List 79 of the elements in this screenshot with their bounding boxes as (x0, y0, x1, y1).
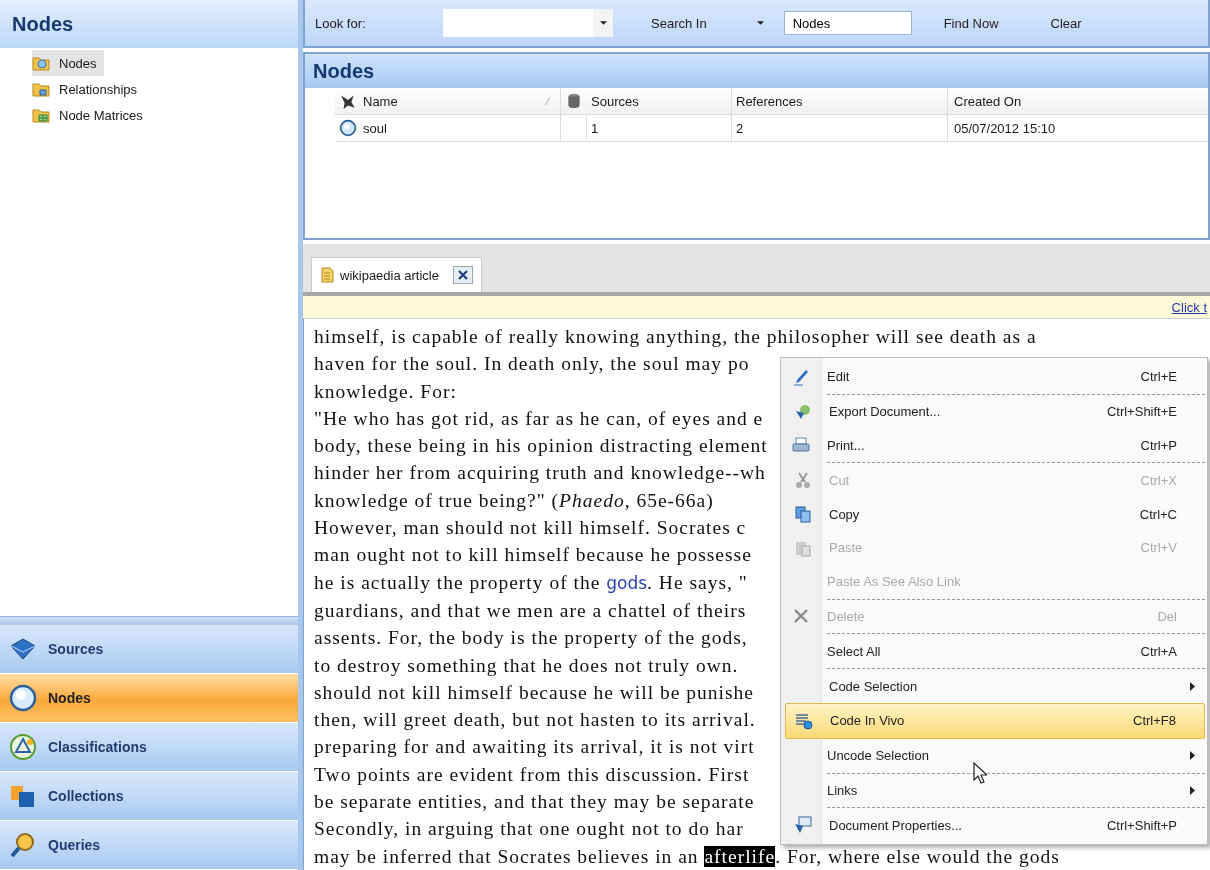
column-header[interactable]: Name (361, 88, 561, 114)
pin-icon (339, 92, 357, 110)
document-line: However, man should not kill himself. Socrates c (314, 516, 747, 541)
export-icon (794, 402, 812, 421)
mouse-cursor-icon (973, 762, 987, 784)
menu-item[interactable]: Code Selection (785, 669, 1205, 703)
document-line: himself, is capable of really knowing anything, the philosopher will see death as a (314, 325, 1037, 349)
document-line: then, will greet death, but not hasten to its arrival. (314, 708, 756, 733)
submenu-arrow-icon (1190, 681, 1195, 691)
document-line: guardians, and that we men are a chattel of theirs (314, 598, 747, 623)
menu-item[interactable]: Export Document... Ctrl+Shift+E (785, 394, 1205, 429)
document-line: body, these being in his opinion distracting element (314, 434, 768, 459)
submenu-arrow-icon (1190, 785, 1195, 795)
cylinder-icon (565, 92, 583, 110)
column-header[interactable]: Created On (948, 88, 1208, 114)
caret-icon[interactable] (756, 21, 764, 25)
table-cell: soul (361, 115, 561, 141)
document-line: man ought not to kill himself because he possesse (314, 543, 752, 568)
document-line: to destroy something that he does not truly own. (314, 653, 739, 678)
table-cell: 1 (587, 115, 732, 141)
document-line: assents. For, the body is the property of the gods, (314, 626, 748, 651)
menu-item[interactable]: Document Properties... Ctrl+Shift+P (785, 808, 1205, 843)
printer-icon (792, 436, 810, 455)
clear-button[interactable]: Clear (1042, 11, 1090, 35)
column-header[interactable]: References (732, 88, 948, 114)
caret-icon (600, 21, 607, 25)
panel-title: Nodes (12, 12, 74, 36)
list-icon (795, 711, 813, 730)
navigation-button[interactable]: Sources (0, 625, 298, 674)
document-line: Secondly, in arguing that one ought not to do har (314, 817, 744, 842)
pen-icon (792, 367, 810, 386)
folder-icon (32, 55, 50, 71)
document-line: haven for the soul. In death only, the soul may po (314, 352, 750, 377)
navigation-button[interactable]: Classifications (0, 723, 298, 772)
properties-icon (794, 816, 812, 835)
circle-icon (8, 683, 38, 713)
document-icon (318, 267, 336, 283)
document-line: knowledge of true being?" (Phaedo, 65e-66a) (314, 488, 714, 513)
table-cell-text: 05/07/2012 15:10 (953, 119, 1057, 138)
search-in-button[interactable]: Search In (643, 11, 715, 35)
look-for-field[interactable] (443, 9, 613, 37)
close-button[interactable] (453, 266, 473, 284)
document-line: Two points are evident from this discussion. First (314, 762, 750, 787)
menu-item[interactable]: Edit Ctrl+E (827, 360, 1205, 395)
tree-item[interactable]: Relationships (32, 76, 145, 102)
menu-item[interactable]: Select All Ctrl+A (827, 634, 1205, 670)
find-now-button[interactable]: Find Now (935, 11, 1007, 35)
document-line: hinder her from acquiring truth and knowledge--wh (314, 461, 766, 486)
column-header[interactable]: Sources (587, 88, 732, 114)
folder-icon (32, 81, 50, 97)
document-line: knowledge. For: (314, 379, 457, 404)
circle-icon (339, 119, 357, 137)
menu-item[interactable]: Print... Ctrl+P (827, 428, 1205, 464)
scissors-icon (794, 471, 812, 490)
navigation-button[interactable]: Collections (0, 772, 298, 821)
navigation-button[interactable]: Queries (0, 821, 298, 870)
tree-item[interactable]: Node Matrices (32, 102, 150, 128)
document-line: should not kill himself because he will be punishe (314, 680, 754, 705)
document-line: preparing for and awaiting its arrival, it is not virt (314, 735, 755, 760)
link[interactable]: Click t (1171, 299, 1207, 315)
search-in-field[interactable]: Nodes (783, 11, 912, 35)
splitter-handle[interactable] (0, 616, 298, 625)
navigation-button[interactable]: Nodes (0, 674, 298, 723)
document-tab[interactable]: wikipaedia article (311, 257, 482, 292)
tree-item[interactable]: Nodes (32, 50, 104, 76)
document-line: he is actually the property of the gods. He says, " (314, 570, 748, 595)
document-line: may be inferred that Socrates believes in an afterlife. For, where else would the gods (314, 844, 1060, 869)
submenu-arrow-icon (1190, 751, 1195, 761)
document-line: be separate entities, and that they may be separate (314, 790, 755, 815)
copy-icon (794, 505, 812, 524)
close-icon (458, 270, 468, 280)
link[interactable]: gods (606, 572, 648, 593)
list-title: Nodes (313, 59, 375, 83)
table-cell: 2 (732, 115, 948, 141)
look-for-label: Look for: (315, 15, 367, 31)
menu-item[interactable]: Code In Vivo Ctrl+F8 (785, 702, 1205, 739)
folder-icon (32, 107, 50, 123)
document-line: "He who has got rid, as far as he can, of eyes and e (314, 406, 764, 431)
menu-item[interactable]: Copy Ctrl+C (785, 497, 1205, 531)
